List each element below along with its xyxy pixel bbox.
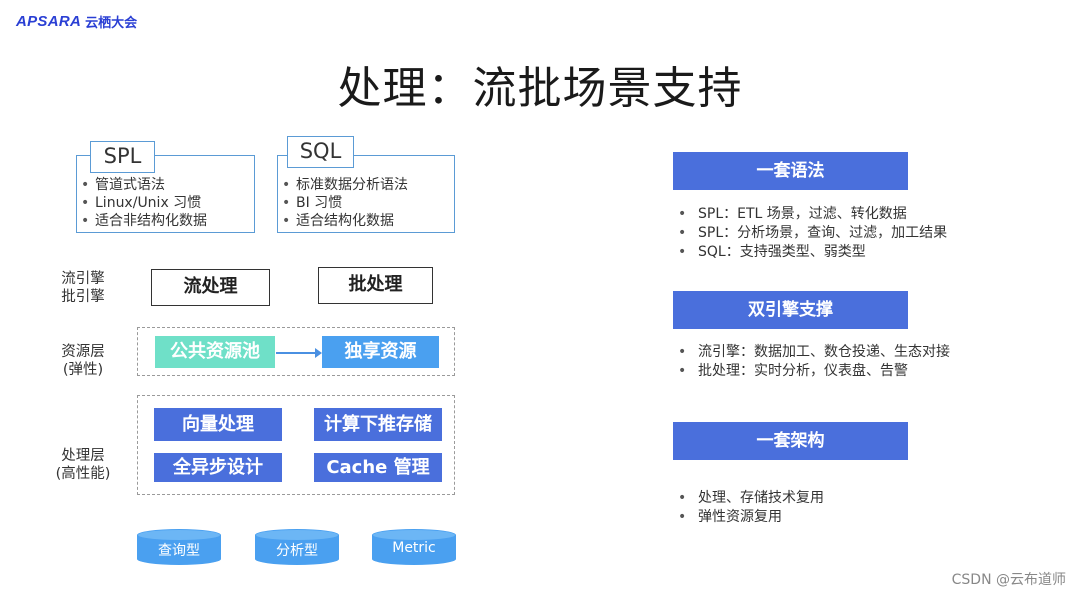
sql-tab: SQL	[287, 136, 354, 168]
storage-metric-label: Metric	[392, 540, 436, 556]
spl-feature: 适合非结构化数据	[81, 212, 254, 230]
processing-label-line2: (高性能)	[55, 466, 111, 482]
resource-label-line1: 资源层	[61, 344, 105, 360]
page-title: 处理：流批场景支持	[337, 63, 743, 114]
section-header-syntax: 一套语法	[673, 152, 908, 190]
spl-feature: Linux/Unix 习惯	[81, 194, 254, 212]
bullet-item: 处理、存储技术复用	[678, 489, 824, 508]
section-architecture-bullets: 处理、存储技术复用 弹性资源复用	[678, 489, 824, 527]
compute-pushdown-storage: 计算下推存储	[314, 408, 442, 441]
watermark: CSDN @云布道师	[951, 572, 1066, 588]
shared-resource-pool: 公共资源池	[155, 336, 275, 368]
apsara-logo: APSARA 云栖大会	[16, 12, 137, 31]
bullet-item: SQL：支持强类型、弱类型	[678, 243, 947, 262]
engine-row-label: 流引擎 批引擎	[50, 270, 116, 306]
spl-tab: SPL	[90, 141, 155, 173]
stream-processing-box: 流处理	[151, 269, 270, 306]
bullet-item: SPL：分析场景，查询、过滤，加工结果	[678, 224, 947, 243]
storage-analytics-label: 分析型	[276, 543, 318, 559]
processing-row-label: 处理层 (高性能)	[50, 447, 116, 483]
spl-feature: 管道式语法	[81, 176, 254, 194]
logo-cn: 云栖大会	[85, 16, 138, 31]
engine-label-line2: 批引擎	[61, 289, 105, 305]
section-header-dual-engine: 双引擎支撑	[673, 291, 908, 329]
section-dual-engine-bullets: 流引擎：数据加工、数仓投递、生态对接 批处理：实时分析，仪表盘、告警	[678, 343, 950, 381]
storage-metric-cylinder: Metric	[372, 529, 456, 565]
sql-feature: 标准数据分析语法	[282, 176, 454, 194]
bullet-item: SPL：ETL 场景，过滤、转化数据	[678, 205, 947, 224]
resource-label-line2: (弹性)	[62, 362, 104, 378]
bullet-item: 批处理：实时分析，仪表盘、告警	[678, 362, 950, 381]
cache-management: Cache 管理	[314, 453, 442, 482]
dedicated-resource: 独享资源	[322, 336, 439, 368]
bullet-item: 弹性资源复用	[678, 508, 824, 527]
storage-query-label: 查询型	[158, 543, 200, 559]
sql-feature: BI 习惯	[282, 194, 454, 212]
storage-analytics-cylinder: 分析型	[255, 529, 339, 565]
resource-row-label: 资源层 (弹性)	[50, 343, 116, 379]
storage-query-cylinder: 查询型	[137, 529, 221, 565]
processing-label-line1: 处理层	[61, 448, 105, 464]
section-header-architecture: 一套架构	[673, 422, 908, 460]
engine-label-line1: 流引擎	[61, 271, 105, 287]
logo-brand: APSARA	[16, 13, 82, 30]
vector-processing: 向量处理	[154, 408, 282, 441]
bullet-item: 流引擎：数据加工、数仓投递、生态对接	[678, 343, 950, 362]
sql-feature: 适合结构化数据	[282, 212, 454, 230]
arrow-icon	[276, 348, 322, 358]
section-syntax-bullets: SPL：ETL 场景，过滤、转化数据 SPL：分析场景，查询、过滤，加工结果 S…	[678, 205, 947, 262]
full-async-design: 全异步设计	[154, 453, 282, 482]
batch-processing-box: 批处理	[318, 267, 433, 304]
